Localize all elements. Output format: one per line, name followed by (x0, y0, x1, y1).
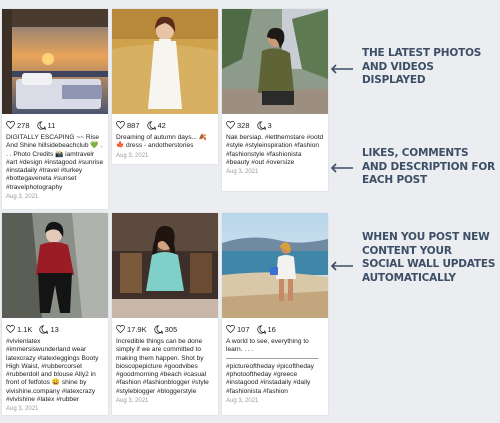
heart-icon (226, 121, 235, 129)
comments-stat[interactable]: 305 (153, 324, 178, 334)
post-stats: 107 16 (222, 322, 328, 336)
post-date: Aug 3, 2021 (116, 398, 149, 405)
comments-stat[interactable]: 13 (39, 324, 59, 334)
likes-count: 328 (237, 120, 250, 130)
annotation-auto-updates: WHEN YOU POST NEW CONTENT YOUR SOCIAL WA… (362, 231, 496, 284)
likes-stat[interactable]: 17.9K (116, 325, 147, 334)
post-caption: Nak bersiap. #letthemstare #ootd #style … (226, 134, 324, 166)
post-date: Aug 3, 2021 (6, 194, 39, 201)
post-caption: DIGITALLY ESCAPING ~~ Rise And Shine hil… (6, 134, 104, 191)
likes-stat[interactable]: 278 (6, 121, 30, 130)
post-photo[interactable] (2, 9, 108, 114)
post-photo[interactable] (222, 213, 328, 318)
post-card[interactable]: 328 3 Nak bersiap. #letthemstare #ootd #… (222, 9, 328, 191)
post-stats: 278 11 (2, 118, 108, 132)
post-photo[interactable] (2, 213, 108, 318)
arrow-left-icon (330, 64, 353, 74)
comments-count: 3 (267, 120, 272, 130)
post-caption: Incredible things can be done simply if … (116, 338, 209, 395)
comment-bubble-icon (39, 324, 49, 334)
post-date: Aug 3, 2021 (116, 152, 149, 159)
post-date: Aug 3, 2021 (226, 398, 259, 405)
post-stats: 1.1K 13 (2, 322, 108, 336)
post-caption: Dreaming of autumn days... 🍂🍁 dress - an… (116, 134, 208, 150)
comments-stat[interactable]: 3 (256, 120, 272, 130)
comments-stat[interactable]: 42 (146, 120, 166, 130)
post-photo[interactable] (112, 213, 218, 318)
comments-count: 13 (50, 324, 59, 334)
likes-count: 278 (17, 120, 30, 130)
post-card[interactable]: 107 16 A world to see, everything to lea… (222, 213, 328, 415)
likes-count: 1.1K (17, 324, 33, 334)
annotation-likes-comments: LIKES, COMMENTS AND DESCRIPTION FOR EACH… (362, 147, 495, 186)
comment-bubble-icon (36, 120, 46, 130)
likes-count: 17.9K (127, 324, 147, 334)
post-card[interactable]: 278 11 DIGITALLY ESCAPING ~~ Rise And Sh… (2, 9, 108, 209)
likes-stat[interactable]: 1.1K (6, 325, 32, 334)
post-card[interactable]: 887 42 Dreaming of autumn days... 🍂🍁 dre… (112, 9, 218, 164)
comment-bubble-icon (146, 120, 156, 130)
likes-count: 887 (127, 120, 140, 130)
post-caption: #vivienlatex #immersiswunderland wear la… (6, 338, 99, 404)
likes-stat[interactable]: 887 (116, 121, 140, 130)
likes-stat[interactable]: 328 (226, 121, 250, 130)
comment-bubble-icon (153, 324, 163, 334)
comments-count: 16 (267, 324, 276, 334)
likes-stat[interactable]: 107 (226, 325, 250, 334)
comments-stat[interactable]: 16 (256, 324, 276, 334)
arrow-left-icon (330, 261, 353, 271)
annotation-latest-photos: THE LATEST PHOTOS AND VIDEOS DISPLAYED (362, 47, 482, 86)
heart-icon (226, 325, 235, 333)
heart-icon (6, 325, 15, 333)
arrow-left-icon (330, 163, 353, 173)
post-date: Aug 3, 2021 (226, 169, 259, 176)
post-stats: 17.9K 305 (112, 322, 218, 336)
heart-icon (116, 325, 125, 333)
comments-count: 42 (157, 120, 166, 130)
heart-icon (6, 121, 15, 129)
comments-count: 11 (47, 120, 56, 130)
post-caption: A world to see, everything to learn. . .… (226, 338, 319, 395)
comment-bubble-icon (256, 324, 266, 334)
post-card[interactable]: 1.1K 13 #vivienlatex #immersiswunderland… (2, 213, 108, 415)
post-date: Aug 3, 2021 (6, 406, 39, 413)
post-card[interactable]: 17.9K 305 Incredible things can be done … (112, 213, 218, 415)
comments-stat[interactable]: 11 (36, 120, 56, 130)
comment-bubble-icon (256, 120, 266, 130)
comments-count: 305 (164, 324, 178, 334)
post-stats: 887 42 (112, 118, 218, 132)
post-stats: 328 3 (222, 118, 328, 132)
likes-count: 107 (237, 324, 250, 334)
heart-icon (116, 121, 125, 129)
post-photo[interactable] (112, 9, 218, 114)
post-photo[interactable] (222, 9, 328, 114)
